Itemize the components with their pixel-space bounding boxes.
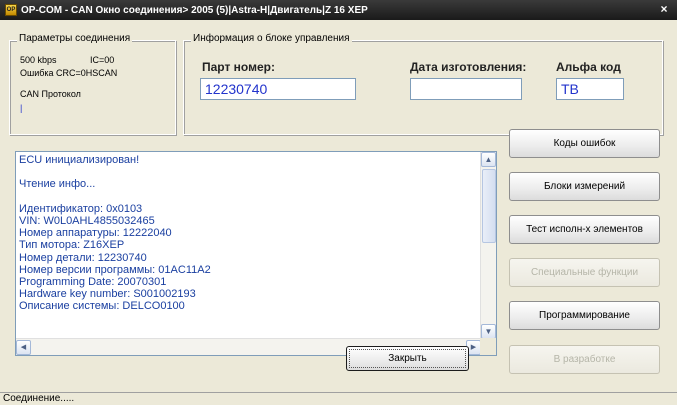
connection-params-legend: Параметры соединения — [17, 33, 133, 44]
ecu-info-legend: Информация о блоке управления — [191, 33, 352, 44]
scroll-left-icon[interactable]: ◀ — [16, 340, 31, 355]
log-line: Hardware key number: S001002193 — [19, 288, 196, 301]
log-line: Номер аппаратуры: 12222040 — [19, 227, 172, 240]
part-number-field[interactable]: 12230740 — [200, 78, 356, 100]
scrollbar-corner — [480, 338, 496, 355]
measurement-blocks-button[interactable]: Блоки измерений — [509, 172, 660, 201]
ecu-info-group: Информация о блоке управления Парт номер… — [183, 33, 663, 135]
actuator-test-button[interactable]: Тест исполн-х элементов — [509, 215, 660, 244]
info-log-lines: ECU инициализирован! Чтение инфо... Иденти… — [19, 154, 479, 312]
log-scroll-thumb[interactable] — [482, 169, 496, 243]
connection-ic: IC=00 — [90, 55, 115, 65]
main-window: OP OP-COM - CAN Окно соединения> 2005 (5… — [0, 0, 677, 405]
log-line: Programming Date: 20070301 — [19, 275, 167, 288]
log-line: Чтение инфо... — [19, 178, 96, 191]
protocol-value: | — [20, 103, 23, 113]
manufacture-date-field[interactable] — [410, 78, 522, 100]
log-line: Тип мотора: Z16XEP — [19, 239, 125, 252]
status-bar: Соединение..... — [0, 392, 677, 405]
protocol-label: CAN Протокол — [20, 89, 81, 99]
alpha-code-label: Альфа код — [556, 60, 621, 74]
alpha-code-field[interactable]: TB — [556, 78, 624, 100]
close-button[interactable]: Закрыть — [346, 346, 469, 371]
connection-params-group: Параметры соединения 500 kbps IC=00 Ошиб… — [9, 33, 176, 135]
in-development-button[interactable]: В разработке — [509, 345, 660, 374]
status-text: Соединение..... — [3, 393, 75, 404]
window-title: OP-COM - CAN Окно соединения> 2005 (5)|A… — [21, 4, 368, 16]
part-number-label: Парт номер: — [202, 60, 275, 74]
programming-button[interactable]: Программирование — [509, 301, 660, 330]
log-line: Описание системы: DELCO0100 — [19, 300, 185, 313]
log-line: Идентификатор: 0x0103 — [19, 202, 143, 215]
special-functions-button[interactable]: Специальные функции — [509, 258, 660, 287]
app-icon: OP — [5, 4, 17, 16]
info-log[interactable]: ECU инициализирован! Чтение инфо... Иденти… — [15, 151, 497, 356]
scroll-down-icon[interactable]: ▼ — [481, 324, 496, 339]
log-line: ECU инициализирован! — [19, 154, 140, 166]
content-area: Параметры соединения 500 kbps IC=00 Ошиб… — [0, 20, 677, 392]
close-window-icon[interactable]: × — [657, 2, 671, 16]
crc-error-status: Ошибка CRC=0HSCAN — [20, 68, 118, 78]
connection-speed: 500 kbps — [20, 55, 57, 65]
manufacture-date-label: Дата изготовления: — [410, 60, 527, 74]
log-line: VIN: W0L0AHL4855032465 — [19, 214, 155, 227]
log-line: Номер версии программы: 01AC11A2 — [19, 263, 211, 276]
title-bar[interactable]: OP OP-COM - CAN Окно соединения> 2005 (5… — [0, 0, 677, 20]
error-codes-button[interactable]: Коды ошибок — [509, 129, 660, 158]
log-line: Номер детали: 12230740 — [19, 251, 147, 264]
log-vertical-scrollbar[interactable]: ▲ ▼ — [480, 152, 496, 339]
scroll-up-icon[interactable]: ▲ — [481, 152, 496, 167]
